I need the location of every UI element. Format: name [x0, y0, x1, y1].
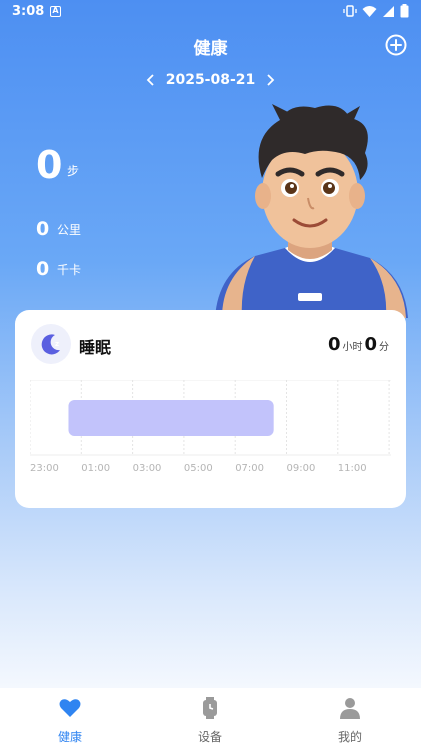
- calories-unit: 千卡: [57, 263, 82, 277]
- date-navigator: 2025-08-21: [0, 72, 421, 88]
- chevron-right-icon[interactable]: [263, 73, 277, 87]
- chart-tick-label: 07:00: [235, 463, 264, 474]
- sleep-chart: 23:00 01:00 03:00 05:00 07:00 09:00 11:00: [30, 380, 391, 474]
- chart-tick-label: 01:00: [81, 463, 110, 474]
- current-date[interactable]: 2025-08-21: [166, 72, 256, 88]
- bottom-nav: 健康 设备 我的: [0, 688, 421, 748]
- person-icon: [340, 698, 360, 719]
- nav-item-profile[interactable]: 我的: [310, 696, 390, 745]
- steps-unit: 步: [67, 164, 80, 178]
- sleep-duration: 0 小时 0 分: [328, 334, 391, 355]
- chart-tick-label: 09:00: [287, 463, 316, 474]
- nav-label-profile: 我的: [337, 730, 362, 744]
- page-title: 健康: [193, 39, 228, 59]
- avatar-illustration: [215, 104, 408, 318]
- sleep-card[interactable]: z 睡眠 0 小时 0 分 23:00 01:00 03:00 05:00 07:00 0…: [15, 310, 406, 508]
- distance-value: 0: [36, 218, 50, 240]
- status-bar: 3:08 A: [0, 0, 421, 24]
- chevron-left-icon[interactable]: [144, 73, 158, 87]
- watch-icon: [203, 697, 217, 719]
- plus-circle-icon[interactable]: [385, 34, 407, 56]
- nav-item-device[interactable]: 设备: [170, 696, 250, 745]
- heart-icon: [59, 699, 81, 717]
- wifi-icon: [362, 5, 377, 17]
- svg-text:z: z: [55, 340, 59, 348]
- distance-unit: 公里: [57, 223, 82, 237]
- chart-tick-label: 05:00: [184, 463, 213, 474]
- notification-a-icon: A: [50, 6, 61, 17]
- chart-tick-label: 11:00: [338, 463, 367, 474]
- steps-value: 0: [36, 143, 63, 187]
- calories-value: 0: [36, 258, 50, 280]
- signal-icon: [383, 5, 394, 17]
- nav-label-device: 设备: [197, 730, 222, 744]
- nav-label-health: 健康: [57, 730, 82, 744]
- sleep-title: 睡眠: [79, 338, 112, 357]
- sleep-minutes-value: 0: [364, 334, 377, 355]
- battery-icon: [400, 4, 409, 18]
- sleep-icon-container: z: [31, 324, 71, 364]
- sleep-bar: [68, 400, 274, 436]
- status-icons: [343, 4, 409, 18]
- sleep-hours-unit: 小时: [342, 342, 363, 353]
- chart-tick-label: 23:00: [30, 463, 59, 474]
- sleep-minutes-unit: 分: [379, 342, 389, 353]
- status-time: 3:08: [12, 4, 45, 19]
- chart-tick-label: 03:00: [133, 463, 162, 474]
- sleep-hours-value: 0: [327, 334, 341, 355]
- nav-item-health[interactable]: 健康: [30, 696, 110, 745]
- moon-zz-icon: z: [41, 334, 60, 355]
- vibrate-icon: [343, 5, 357, 17]
